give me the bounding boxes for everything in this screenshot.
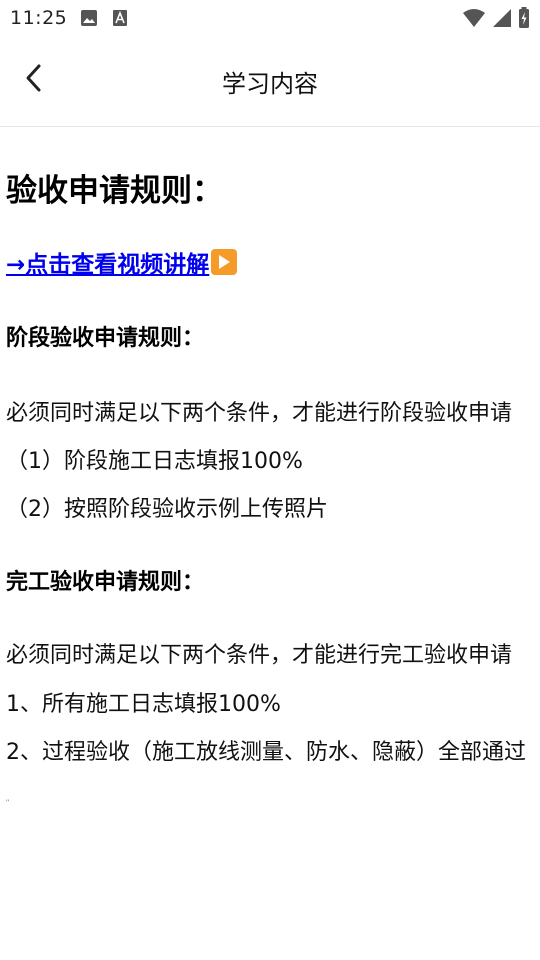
status-time: 11:25: [10, 7, 68, 29]
status-bar: 11:25: [0, 0, 540, 36]
status-right-icons: [462, 7, 530, 33]
trailing-mark: '': [6, 799, 10, 806]
battery-charging-icon: [518, 7, 530, 33]
play-icon: [211, 249, 238, 275]
stage-rules-intro: 必须同时满足以下两个条件，才能进行阶段验收申请: [6, 401, 513, 426]
text-a-icon: [112, 9, 128, 31]
completion-rules-intro: 必须同时满足以下两个条件，才能进行完工验收申请: [6, 643, 513, 668]
completion-rules-title: 完工验收申请规则：: [6, 570, 205, 595]
article-content: 验收申请规则： →点击查看视频讲解 阶段验收申请规则： 必须同时满足以下两个条件…: [6, 127, 540, 960]
wifi-icon: [462, 8, 486, 32]
page-title: 学习内容: [222, 70, 318, 98]
status-left-icons: [80, 9, 128, 31]
app-bar: 学习内容: [0, 36, 540, 127]
article-heading: 验收申请规则：: [6, 173, 223, 209]
completion-rule-item: 1、所有施工日志填报100%: [6, 692, 281, 717]
stage-rule-item: （2）按照阶段验收示例上传照片: [6, 497, 328, 522]
video-explanation-link[interactable]: →点击查看视频讲解: [6, 245, 238, 279]
stage-rules-title: 阶段验收申请规则：: [6, 326, 205, 351]
completion-rule-item: 2、过程验收（施工放线测量、防水、隐蔽）全部通过: [6, 740, 526, 765]
stage-rule-item: （1）阶段施工日志填报100%: [6, 449, 303, 474]
image-icon: [80, 9, 98, 31]
video-link-label: →点击查看视频讲解: [6, 252, 210, 278]
cell-signal-icon: [492, 8, 512, 32]
